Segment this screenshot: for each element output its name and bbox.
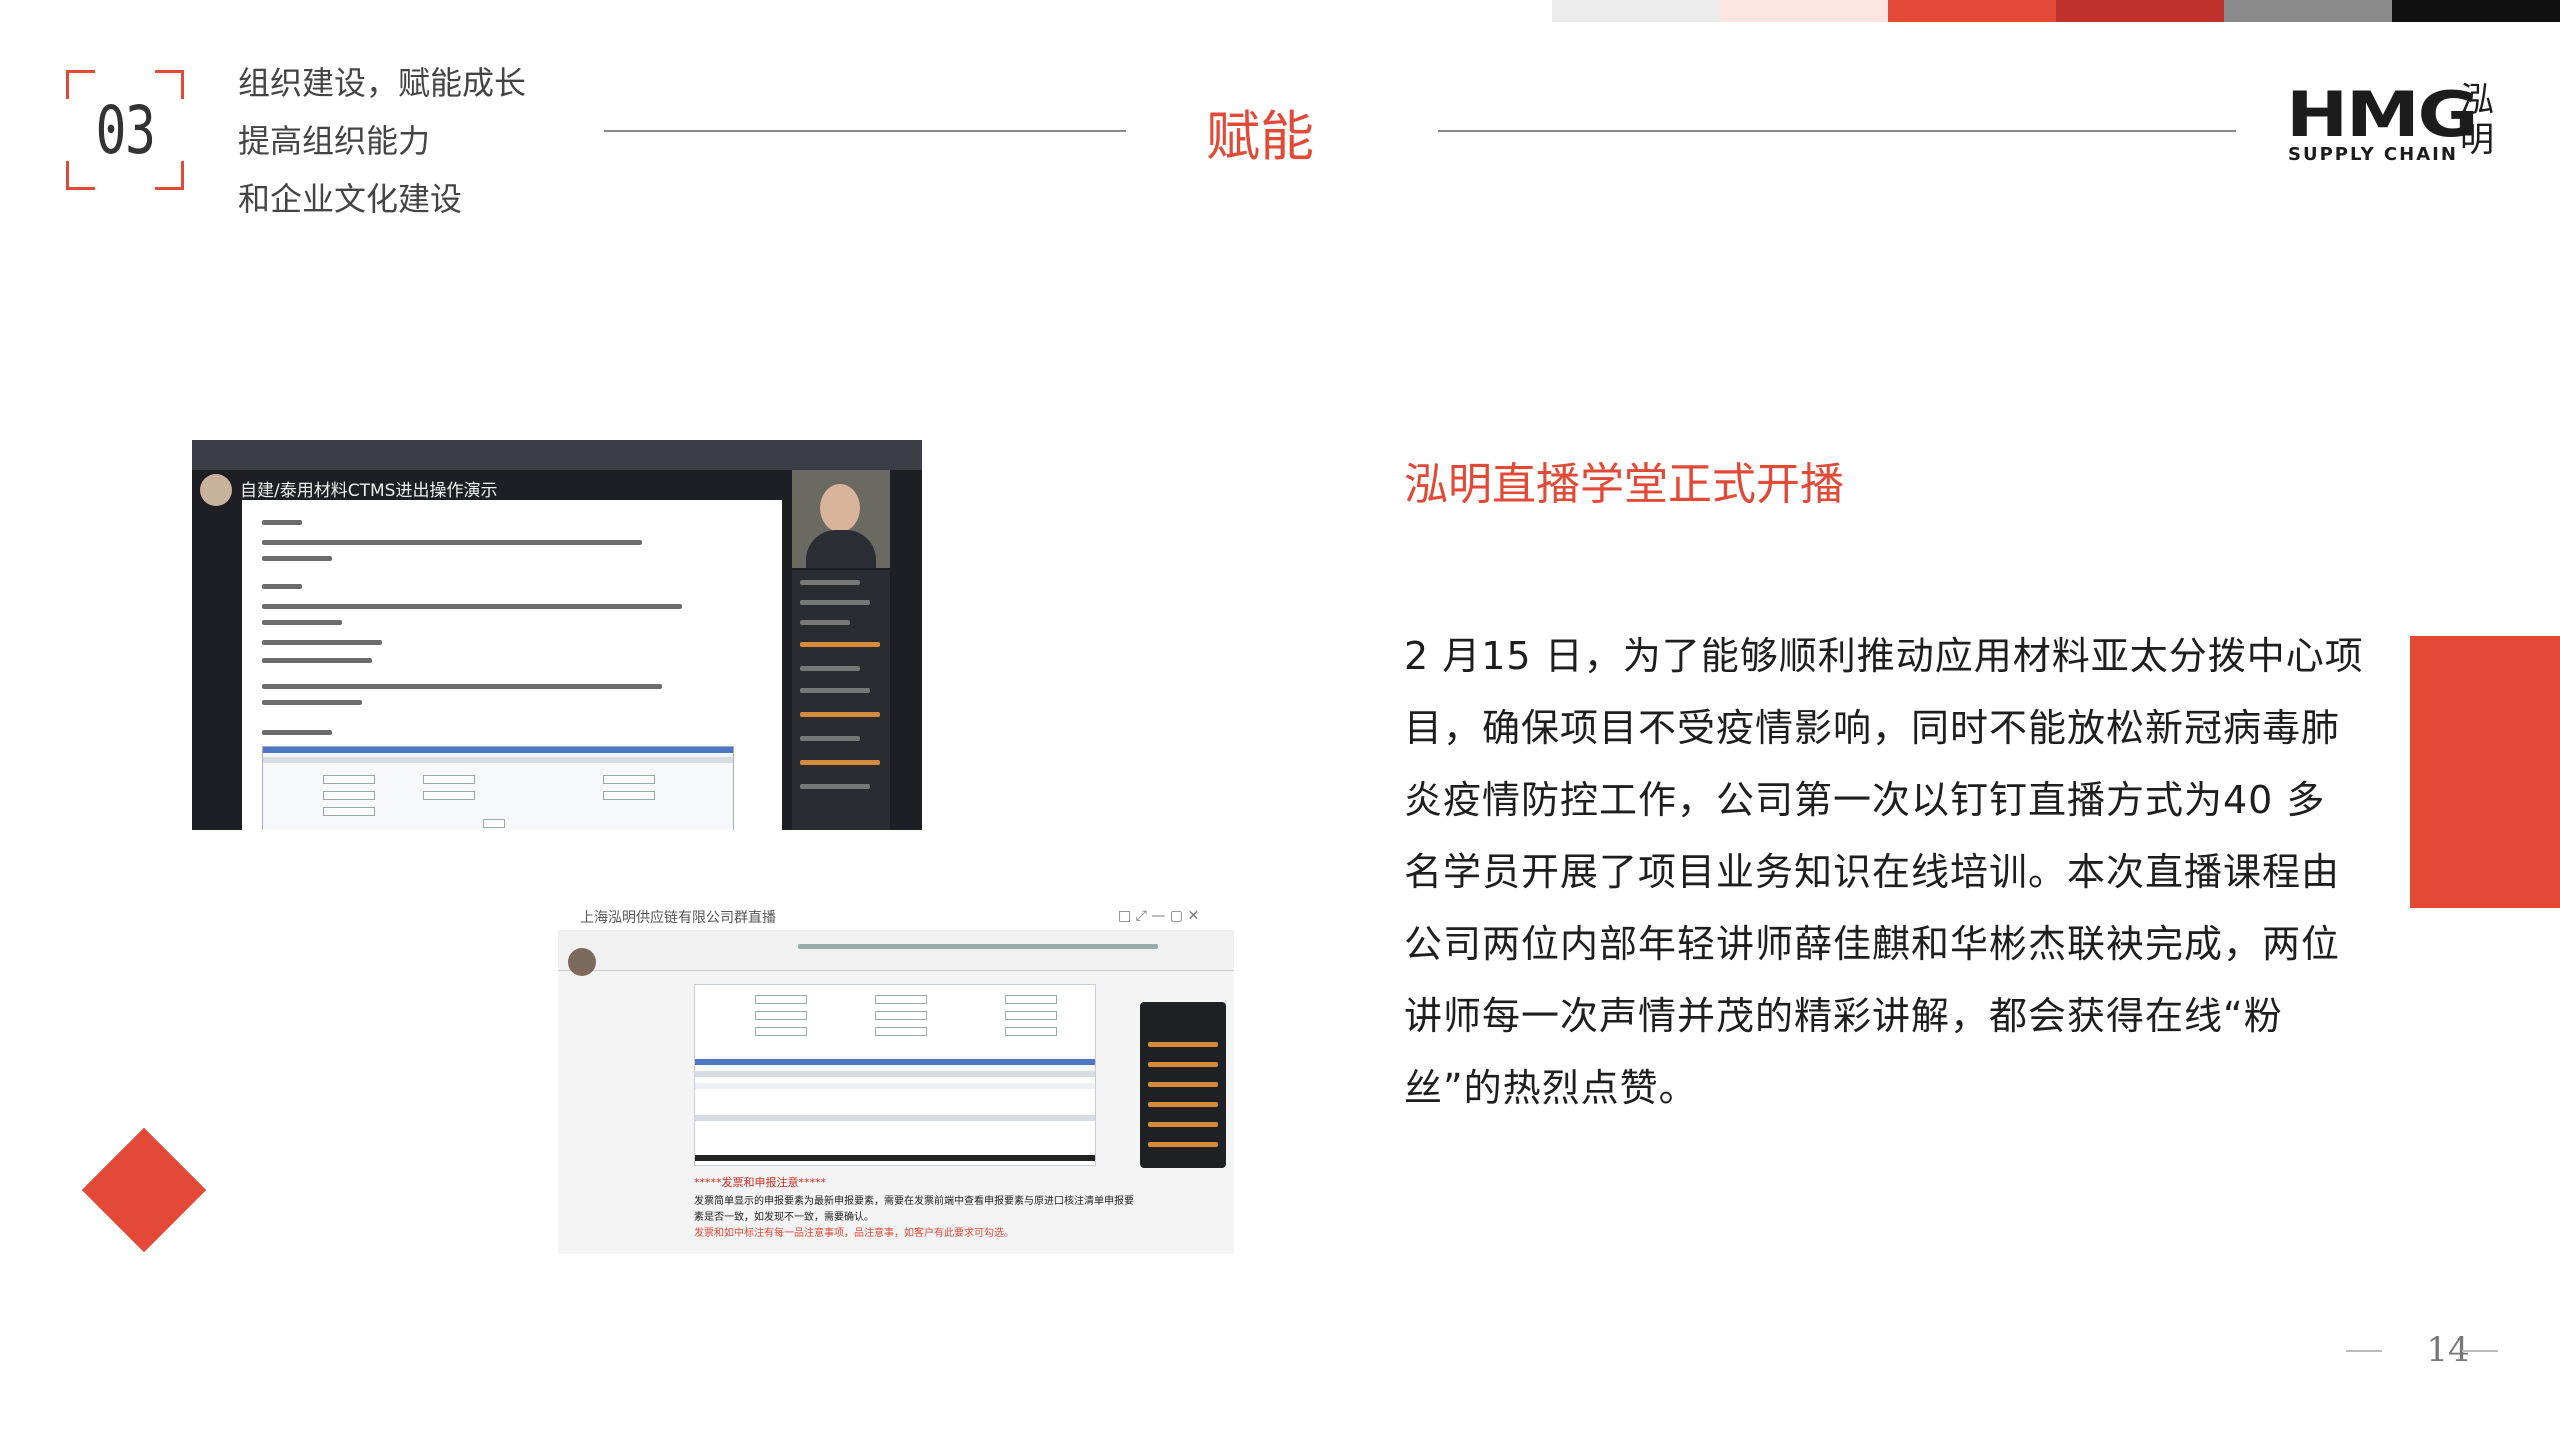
logo-brand: HMG [2286,78,2479,151]
page-number-rule-right [2462,1350,2498,1352]
top-strip-1 [1552,0,1720,22]
section-number-frame: 03 [66,70,184,190]
note-line-2: 素是否一致，如发现不一致，需要确认。 [694,1212,874,1223]
red-diamond [81,1127,207,1253]
window-title: 上海泓明供应链有限公司群直播 [580,910,776,926]
top-strip-2 [1720,0,1888,22]
stream-banner: 自建/泰用材料CTMS进出操作演示 [240,481,498,501]
red-accent-block [2410,636,2560,908]
logo-cn: 泓明 [2460,80,2494,160]
title-rule-right [1438,130,2236,132]
top-strip-4 [2056,0,2224,22]
page-title: 赋能 [1206,105,1314,168]
note-red: 发票和如中标注有每一品注意事项，品注意事，如客户有此要求可勾选。 [694,1228,1014,1239]
top-strip-3 [1888,0,2056,22]
top-strip-5 [2224,0,2392,22]
note-title: *****发票和申报注意***** [694,1176,826,1189]
header-line-2: 提高组织能力 [238,122,431,160]
header-line-3: 和企业文化建设 [238,180,463,218]
top-strip-6 [2392,0,2560,22]
hmg-logo: HMG SUPPLY CHAIN 泓明 [2280,78,2500,178]
note-line-1: 发票简单显示的申报要素为最新申报要素，需要在发票前端中查看申报要素与原进口核注清… [694,1196,1134,1207]
header-line-1: 组织建设，赋能成长 [238,64,527,102]
title-rule-left [604,130,1126,132]
section-number: 03 [95,91,156,169]
page-number-rule-left [2346,1350,2382,1352]
livestream-screenshot-1: 自建/泰用材料CTMS进出操作演示 [192,440,922,830]
livestream-screenshot-2: 上海泓明供应链有限公司群直播 □ ⤢ — ▢ ✕ *****发票和申报注意***… [558,902,1234,1254]
body-paragraph: 2 月15 日，为了能够顺利推动应用材料亚太分拨中心项目，确保项目不受疫情影响，… [1404,634,2364,1110]
logo-tagline: SUPPLY CHAIN [2288,144,2458,165]
window-controls: □ ⤢ — ▢ ✕ [1118,908,1200,924]
section-subtitle: 泓明直播学堂正式开播 [1404,459,1844,510]
